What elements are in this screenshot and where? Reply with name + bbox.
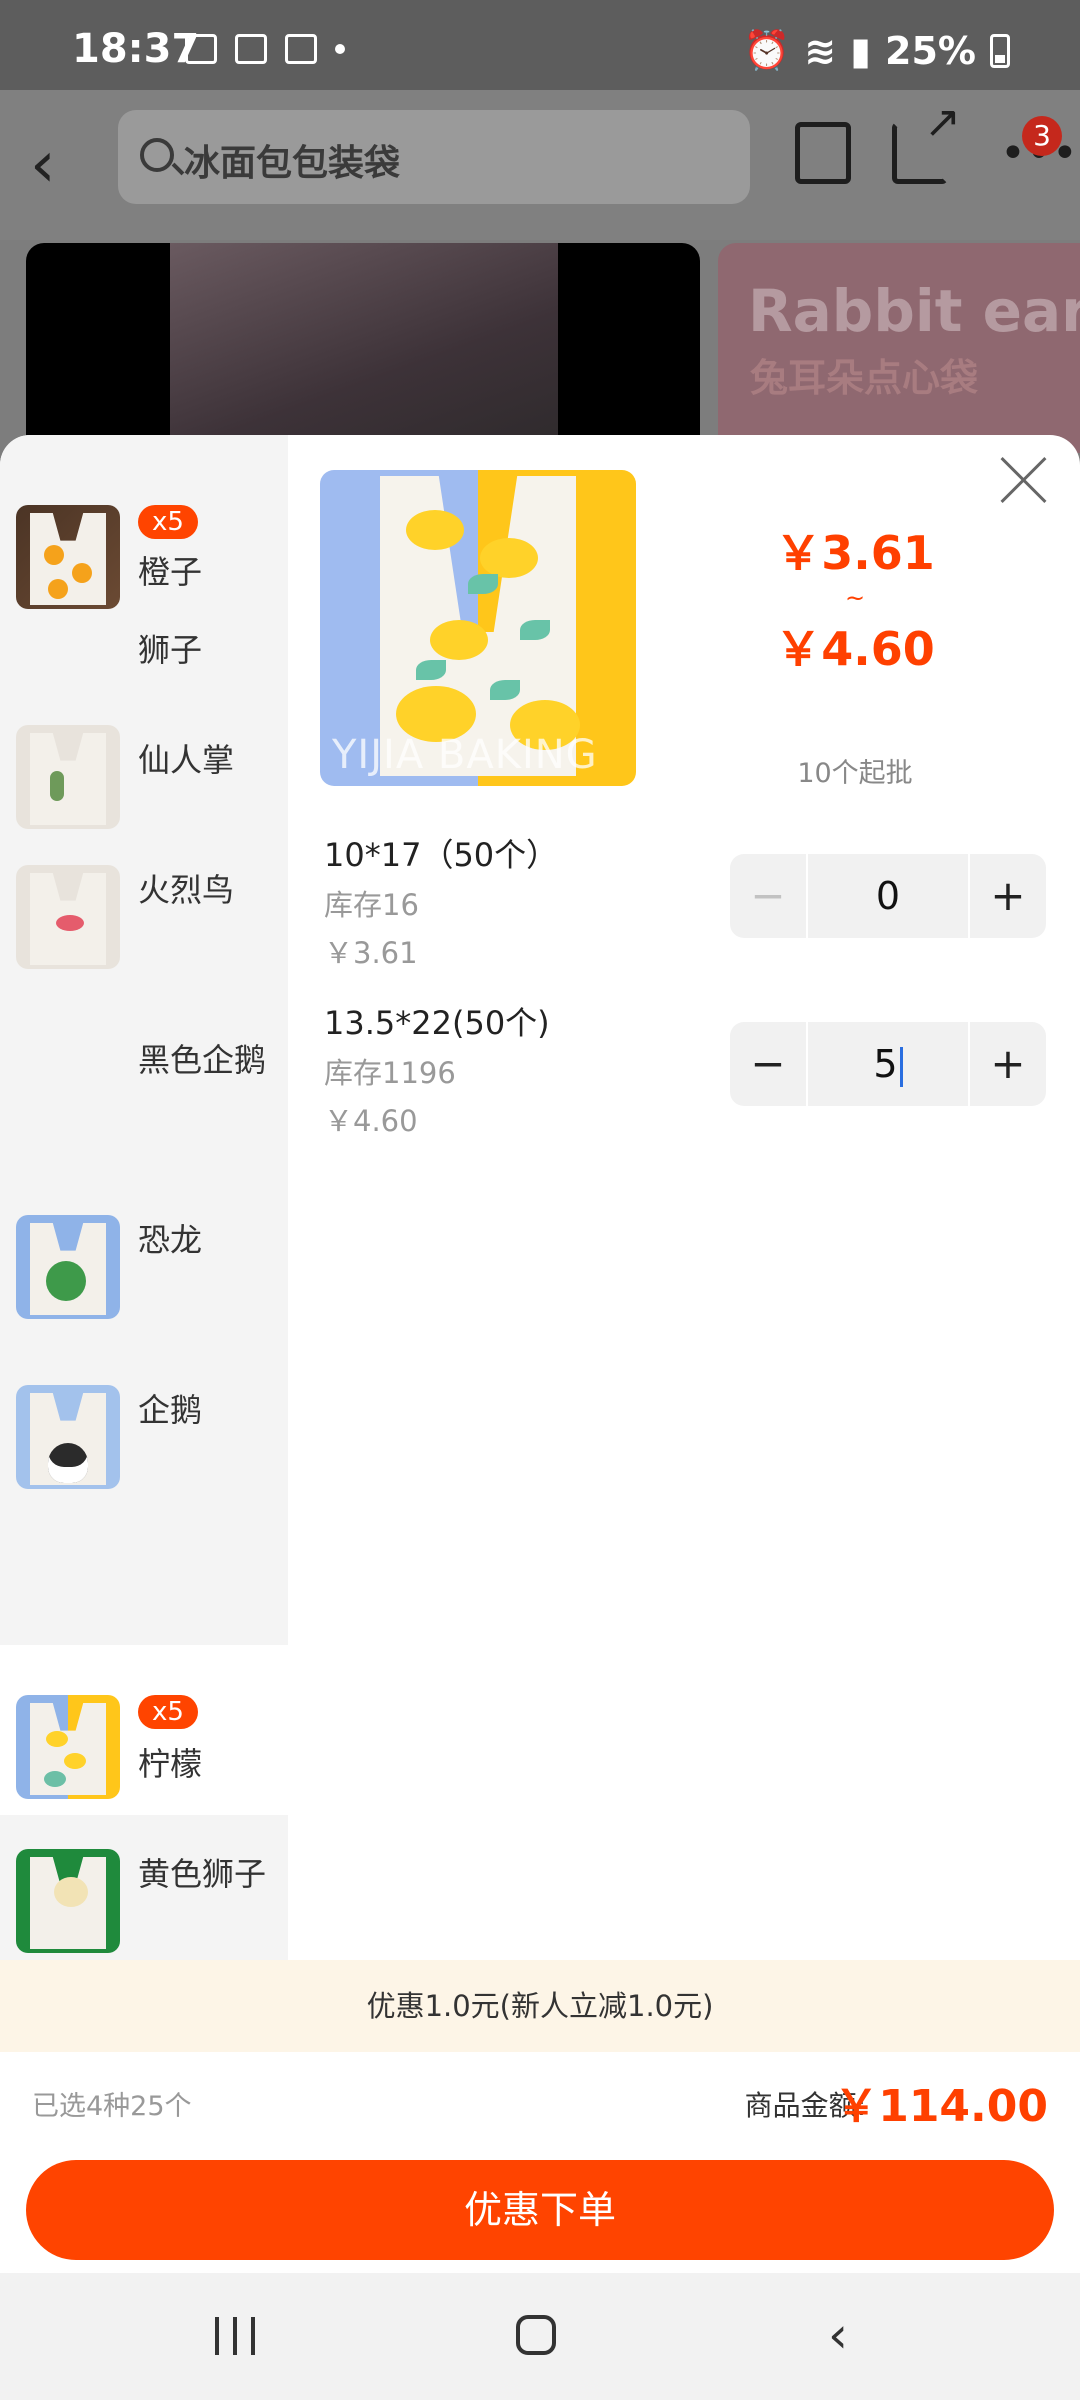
search-placeholder: 冰面包包装袋 bbox=[184, 143, 401, 184]
shop-icon bbox=[235, 34, 267, 64]
battery-percent: 25% bbox=[885, 28, 976, 73]
style-name: 火烈鸟 bbox=[138, 871, 235, 909]
style-name: 黑色企鹅 bbox=[138, 1041, 267, 1079]
sku-name: 13.5*22(50个) bbox=[324, 1004, 550, 1042]
quantity-stepper: − 0 + bbox=[730, 854, 1046, 938]
style-item-yellow-lion[interactable]: 黄色狮子 bbox=[0, 1815, 288, 1960]
style-item-dinosaur[interactable]: 恐龙 bbox=[0, 1155, 288, 1323]
style-thumbnail bbox=[16, 1849, 120, 1953]
style-name: 柠檬 bbox=[138, 1745, 203, 1783]
leaf-graphic bbox=[416, 660, 446, 680]
minus-icon[interactable]: − bbox=[730, 1022, 808, 1106]
battery-icon bbox=[990, 33, 1010, 68]
sku-price: ￥3.61 bbox=[324, 936, 418, 970]
top-navigation: ‹ 冰面包包装袋 ••• 3 bbox=[0, 90, 1080, 240]
nav-back-icon[interactable]: ‹ bbox=[828, 2310, 848, 2360]
banner-title: Rabbit ears bbox=[748, 277, 1080, 345]
banner-subtitle: 兔耳朵点心袋 bbox=[750, 356, 979, 400]
selected-count: 已选4种25个 bbox=[32, 2091, 192, 2122]
system-indicators: ⏰ ≋ ▮ 25% bbox=[743, 28, 1010, 73]
cart-badge: 3 bbox=[1022, 116, 1062, 156]
quantity-input[interactable]: 0 bbox=[808, 854, 968, 938]
status-bar: 18:37 ⏰ ≋ ▮ 25% bbox=[0, 0, 1080, 90]
product-image[interactable]: YIJIA BAKING bbox=[320, 470, 636, 786]
product-banner[interactable]: Rabbit ears 兔耳朵点心袋 bbox=[718, 243, 1080, 453]
minus-icon[interactable]: − bbox=[730, 854, 808, 938]
quantity-stepper: − 5 + bbox=[730, 1022, 1046, 1106]
total-amount: ￥114.00 bbox=[834, 2081, 1048, 2132]
style-thumbnail bbox=[16, 1385, 120, 1489]
system-navigation-bar: ‹ bbox=[0, 2273, 1080, 2400]
back-icon[interactable]: ‹ bbox=[30, 120, 90, 210]
style-item-cactus[interactable]: 仙人掌 bbox=[0, 655, 288, 829]
price-high: ￥4.60 bbox=[775, 622, 935, 676]
lemon-graphic bbox=[430, 620, 488, 660]
clipboard-icon[interactable] bbox=[795, 122, 851, 184]
style-list: x5 橙子 狮子 仙人掌 火烈鸟 黑色企鹅 恐龙 企鹅 x5 柠檬 黄色狮子 bbox=[0, 435, 288, 1960]
sku-price: ￥4.60 bbox=[324, 1104, 418, 1138]
close-icon[interactable] bbox=[998, 455, 1050, 507]
text-cursor bbox=[899, 1046, 903, 1087]
minimum-order: 10个起批 bbox=[797, 758, 913, 789]
more-notifications-icon bbox=[335, 44, 345, 54]
lemon-graphic bbox=[480, 538, 538, 578]
quantity-value: 5 bbox=[873, 1042, 898, 1086]
leaf-graphic bbox=[468, 574, 498, 594]
quantity-input[interactable]: 5 bbox=[808, 1022, 968, 1106]
place-order-button[interactable]: 优惠下单 bbox=[26, 2160, 1054, 2260]
app-icon bbox=[285, 34, 317, 64]
price-separator: ~ bbox=[844, 584, 866, 612]
promo-bar: 优惠1.0元(新人立减1.0元) bbox=[0, 1960, 1080, 2052]
gallery-icon bbox=[185, 34, 217, 64]
lemon-graphic bbox=[406, 510, 464, 550]
sku-stock: 库存1196 bbox=[324, 1056, 456, 1090]
style-thumbnail bbox=[16, 1695, 120, 1799]
status-time: 18:37 bbox=[72, 26, 200, 72]
share-icon[interactable] bbox=[892, 97, 961, 184]
leaf-graphic bbox=[520, 620, 550, 640]
recent-apps-icon[interactable] bbox=[215, 2317, 255, 2355]
style-name: 恐龙 bbox=[138, 1221, 203, 1259]
notification-icons bbox=[185, 34, 345, 64]
sku-row: 13.5*22(50个) 库存1196 ￥4.60 − 5 + bbox=[320, 998, 1060, 1158]
signal-icon: ▮ bbox=[850, 28, 872, 73]
sku-stock: 库存16 bbox=[324, 888, 419, 922]
style-item-flamingo[interactable]: 火烈鸟 bbox=[0, 825, 288, 993]
quantity-badge: x5 bbox=[138, 1695, 198, 1729]
sku-row: 10*17（50个） 库存16 ￥3.61 − 0 + bbox=[320, 830, 1060, 990]
style-name: 仙人掌 bbox=[138, 741, 235, 779]
home-icon[interactable] bbox=[516, 2315, 556, 2355]
style-name: 企鹅 bbox=[138, 1391, 203, 1429]
product-watermark: YIJIA BAKING bbox=[332, 732, 598, 778]
product-video[interactable] bbox=[26, 243, 700, 453]
style-item-black-penguin[interactable]: 黑色企鹅 bbox=[0, 995, 288, 1163]
video-frame bbox=[170, 243, 558, 453]
style-item-penguin[interactable]: 企鹅 bbox=[0, 1325, 288, 1493]
quantity-badge: x5 bbox=[138, 505, 198, 539]
style-thumbnail bbox=[16, 1215, 120, 1319]
style-item-lemon[interactable]: x5 柠檬 bbox=[0, 1645, 288, 1815]
price-range: ￥3.61 ~ ￥4.60 bbox=[730, 517, 980, 679]
style-thumbnail bbox=[16, 865, 120, 969]
sku-selector-sheet: x5 橙子 狮子 仙人掌 火烈鸟 黑色企鹅 恐龙 企鹅 x5 柠檬 黄色狮子 Y… bbox=[0, 435, 1080, 2273]
search-icon bbox=[140, 138, 174, 172]
style-thumbnail bbox=[16, 725, 120, 829]
plus-icon[interactable]: + bbox=[968, 854, 1046, 938]
price-low: ￥3.61 bbox=[775, 526, 935, 580]
wifi-icon: ≋ bbox=[804, 28, 837, 73]
alarm-icon: ⏰ bbox=[742, 28, 791, 72]
search-input[interactable]: 冰面包包装袋 bbox=[118, 110, 750, 204]
order-summary: 已选4种25个 商品金额: ￥114.00 bbox=[0, 2052, 1080, 2152]
plus-icon[interactable]: + bbox=[968, 1022, 1046, 1106]
sku-name: 10*17（50个） bbox=[324, 836, 559, 874]
leaf-graphic bbox=[490, 680, 520, 700]
style-name: 黄色狮子 bbox=[138, 1855, 267, 1893]
